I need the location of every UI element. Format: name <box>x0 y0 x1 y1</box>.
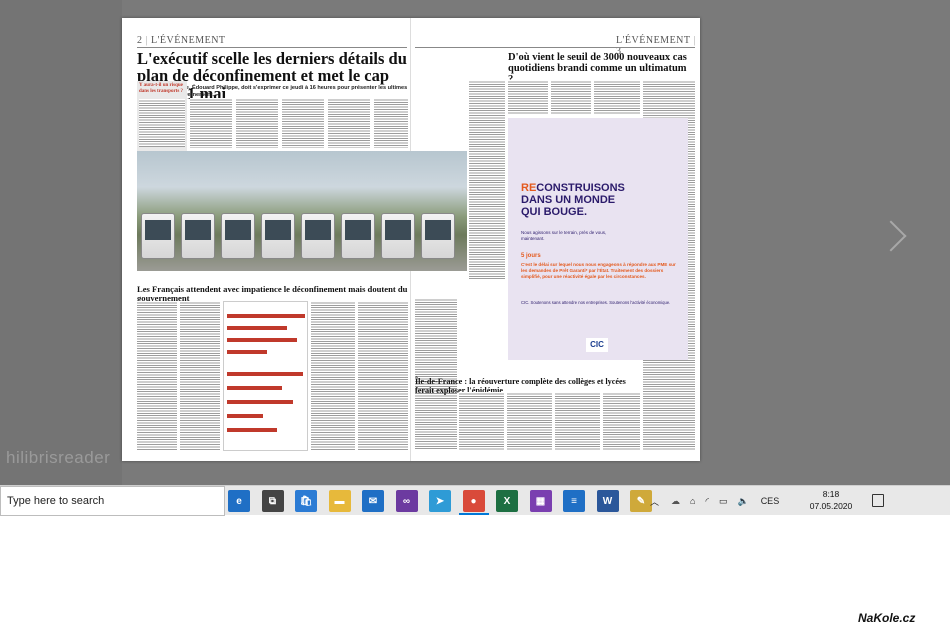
article-column <box>328 98 370 148</box>
usb-device-icon[interactable]: ⌂ <box>690 496 695 506</box>
battery-icon[interactable]: ▭ <box>719 496 728 507</box>
article-column <box>358 301 408 451</box>
article-column <box>282 98 324 148</box>
notification-center-icon[interactable] <box>872 494 884 507</box>
show-hidden-icons-chevron-icon[interactable]: ︿ <box>650 495 659 508</box>
ad-days: 5 jours <box>521 253 541 259</box>
ad-body: C'est le délai sur lequel nous nous enga… <box>521 262 676 279</box>
article-column <box>311 301 355 451</box>
store-icon[interactable]: 🛍 <box>295 490 317 512</box>
photos-icon[interactable]: ▦ <box>529 490 552 512</box>
excel-icon[interactable]: X <box>496 490 518 512</box>
article-column <box>236 98 278 148</box>
taskbar-search-box[interactable]: Type here to search <box>0 486 225 516</box>
paint-icon[interactable]: ✎ <box>630 490 652 512</box>
system-tray: ︿ ☁ ⌂ ◜ ▭ 🔈 CES <box>650 486 779 516</box>
visual-studio-icon[interactable]: ∞ <box>395 490 418 512</box>
language-indicator[interactable]: CES <box>761 496 780 506</box>
search-placeholder: Type here to search <box>7 495 105 507</box>
windows-taskbar: Type here to search e ⧉ 🛍 ▬ ✉ ∞ ➤ ● X ▦ ≡ W ✎ ︿ ☁ ⌂ … <box>0 485 950 516</box>
edge-icon[interactable]: e <box>228 490 250 512</box>
newspaper-spread: 2 | L'ÉVÉNEMENT L'exécutif scelle les de… <box>122 18 700 461</box>
cic-advertisement[interactable]: RECONSTRUISONS DANS UN MONDE QUI BOUGE. … <box>508 118 688 360</box>
ad-headline-line1: CONSTRUISONS <box>536 182 625 194</box>
callout-text <box>139 99 185 147</box>
article-column <box>137 301 177 451</box>
task-view-icon[interactable]: ⧉ <box>261 490 284 512</box>
taskbar-clock[interactable]: 8:18 07.05.2020 <box>804 488 858 512</box>
active-app-indicator <box>458 513 489 515</box>
callout-title: Y aura-t-il un risque dans les transport… <box>139 83 184 94</box>
volume-icon[interactable]: 🔈 <box>737 496 748 507</box>
article-column <box>508 80 548 114</box>
file-explorer-icon[interactable]: ▬ <box>328 490 351 512</box>
watermark: NaKole.cz <box>858 611 916 625</box>
article-column <box>594 80 640 114</box>
viewer-left-panel <box>0 0 122 485</box>
reader-brand-logo: hilibrisreader <box>6 448 111 467</box>
article-column <box>180 301 220 451</box>
ad-headline-line2: DANS UN MONDE <box>521 194 616 207</box>
article-column <box>603 392 640 450</box>
ad-headline-line3: QUI BOUGE. <box>521 206 588 219</box>
newspaper-right-page: L'ÉVÉNEMENT | 3 D'où vient le seuil de 3… <box>411 18 700 461</box>
right-page-section-label: L'ÉVÉNEMENT <box>616 35 691 46</box>
left-page-section-header: 2 | L'ÉVÉNEMENT <box>137 35 226 46</box>
clock-date: 07.05.2020 <box>809 501 853 511</box>
article-column <box>374 98 408 148</box>
reader-viewport: hilibrisreader 2 | L'ÉVÉNEMENT L'exécuti… <box>0 0 950 485</box>
article-column <box>459 392 504 450</box>
word-icon[interactable]: W <box>596 490 619 512</box>
telegram-icon[interactable]: ➤ <box>429 490 451 512</box>
ad-subtitle: Nous agissons sur le terrain, près de vo… <box>521 230 607 241</box>
clock-time: 8:18 <box>822 489 840 499</box>
article-column <box>555 392 600 450</box>
left-page-section-label: L'ÉVÉNEMENT <box>151 35 226 46</box>
left-page-number: 2 <box>137 35 143 46</box>
wifi-icon[interactable]: ◜ <box>705 496 709 507</box>
cic-logo: CIC <box>586 338 608 352</box>
chrome-icon[interactable]: ● <box>462 490 485 512</box>
transport-risk-callout: Y aura-t-il un risque dans les transport… <box>137 81 187 151</box>
ad-headline-accent: RE <box>521 182 537 194</box>
article-column <box>469 80 505 280</box>
article-column <box>507 392 552 450</box>
publisher-icon[interactable]: ≡ <box>563 490 585 512</box>
article-column <box>190 98 232 148</box>
onedrive-cloud-icon[interactable]: ☁ <box>671 496 680 507</box>
survey-bar-chart <box>223 301 308 451</box>
mail-icon[interactable]: ✉ <box>362 490 384 512</box>
article-column <box>551 80 591 114</box>
article-column <box>415 298 457 450</box>
left-header-rule <box>137 47 407 48</box>
right-header-rule <box>415 47 695 48</box>
next-page-arrow-icon[interactable] <box>875 220 907 252</box>
ad-headline: RECONSTRUISONS DANS UN MONDE QUI BOUGE. <box>521 182 625 218</box>
ad-footer: CIC. Soutenons sans attendre nos entrepr… <box>521 300 671 305</box>
